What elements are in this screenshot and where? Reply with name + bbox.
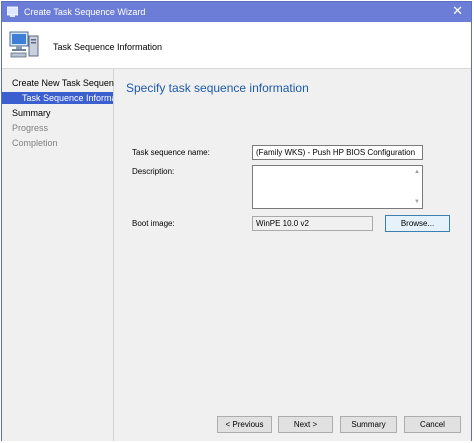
page-title: Specify task sequence information <box>126 81 309 95</box>
cancel-button[interactable]: Cancel <box>404 416 461 433</box>
close-icon[interactable]: ✕ <box>452 4 463 18</box>
step-completion: Completion <box>12 138 58 148</box>
wizard-footer: < Previous Next > Summary Cancel <box>114 406 471 441</box>
boot-image-label: Boot image: <box>132 219 175 228</box>
description-label: Description: <box>132 167 175 176</box>
task-sequence-name-label: Task sequence name: <box>132 148 210 157</box>
previous-button[interactable]: < Previous <box>217 416 272 433</box>
task-sequence-name-input[interactable]: (Family WKS) - Push HP BIOS Configuratio… <box>252 145 423 160</box>
wizard-steps-sidebar: Create New Task Sequence Task Sequence I… <box>2 69 123 441</box>
browse-button[interactable]: Browse... <box>385 215 450 232</box>
wizard-content: Specify task sequence information Task s… <box>114 69 471 405</box>
wizard-window: Create Task Sequence Wizard ✕ Task Seque… <box>1 1 472 441</box>
scroll-down-icon[interactable]: ▼ <box>414 199 420 205</box>
next-button[interactable]: Next > <box>278 416 333 433</box>
header-title: Task Sequence Information <box>53 42 163 52</box>
step-task-sequence-information: Task Sequence Information <box>2 92 113 104</box>
boot-image-field: WinPE 10.0 v2 <box>252 216 373 231</box>
step-progress: Progress <box>12 123 49 133</box>
description-input[interactable]: ▲ ▼ <box>252 165 423 209</box>
computer-icon <box>9 31 39 58</box>
window-title: Create Task Sequence Wizard <box>24 7 146 17</box>
title-bar: Create Task Sequence Wizard ✕ <box>2 2 471 22</box>
step-label: Task Sequence Information <box>22 93 113 103</box>
scroll-up-icon[interactable]: ▲ <box>414 169 420 175</box>
step-create-new-task-sequence: Create New Task Sequence <box>12 78 124 88</box>
summary-button[interactable]: Summary <box>340 416 397 433</box>
step-summary: Summary <box>12 108 51 118</box>
app-icon <box>7 6 18 17</box>
wizard-header: Task Sequence Information <box>2 22 471 69</box>
